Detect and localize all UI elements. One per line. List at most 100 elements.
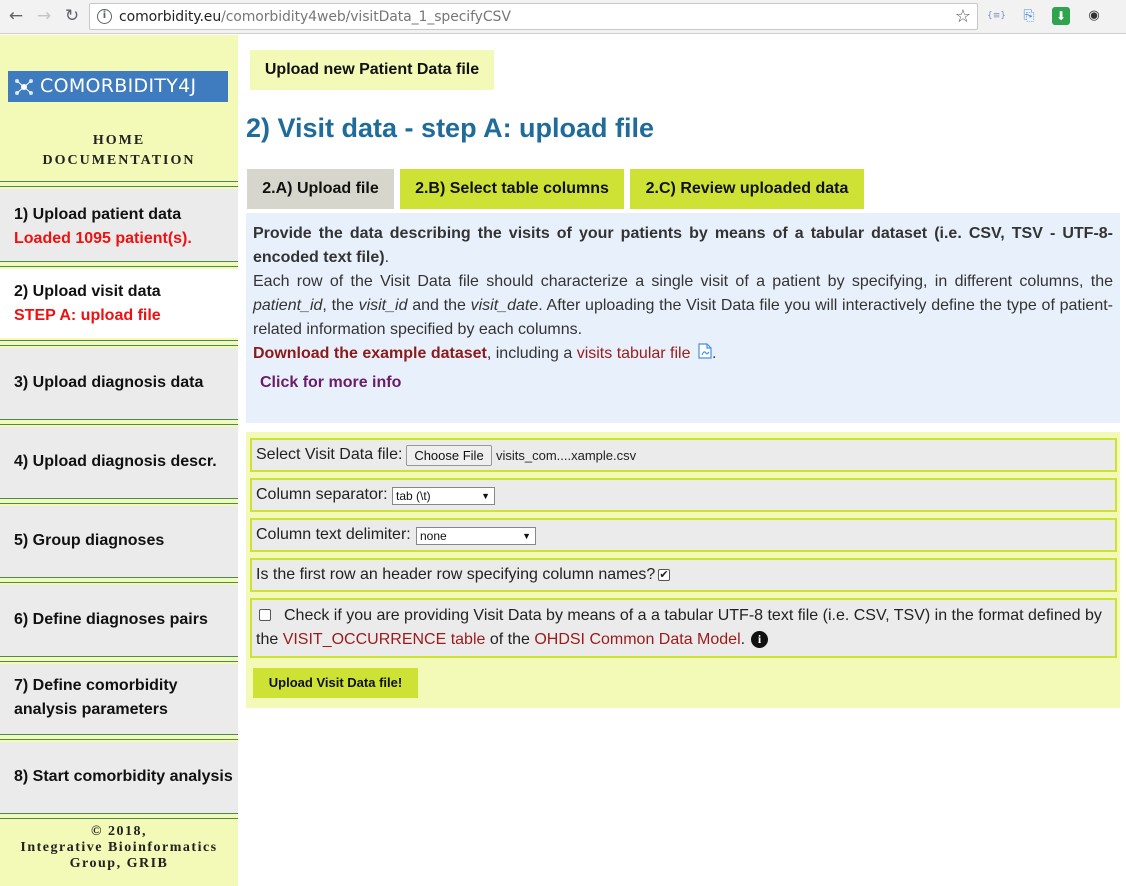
sidebar-item-label: 7) Define comorbidity — [14, 677, 178, 694]
ohdsi-cdm-link[interactable]: OHDSI Common Data Model — [534, 631, 740, 648]
header-row-checkbox[interactable]: ✔ — [658, 569, 670, 581]
bulb-ext-icon[interactable]: ◉ — [1085, 7, 1103, 25]
documentation-link[interactable]: DOCUMENTATION — [0, 151, 238, 171]
sidebar-divider — [0, 656, 238, 662]
sidebar-item-status: STEP A: upload file — [14, 307, 161, 324]
sidebar-divider — [0, 419, 238, 425]
omop-option-row: Check if you are providing Visit Data by… — [250, 598, 1117, 658]
tab-select-columns[interactable]: 2.B) Select table columns — [400, 169, 624, 209]
sidebar-item-label: 2) Upload visit data — [14, 283, 161, 300]
sidebar-divider — [0, 813, 238, 819]
info-text: , including a — [486, 345, 577, 362]
sidebar-item-label: 6) Define diagnoses pairs — [14, 611, 208, 628]
file-doc-icon[interactable] — [698, 343, 712, 359]
info-paragraph: Download the example dataset, including … — [253, 342, 1113, 366]
sidebar-divider — [0, 498, 238, 504]
sidebar-divider — [0, 577, 238, 583]
sidebar-divider — [0, 261, 238, 267]
sidebar-item-status: Loaded 1095 patient(s). — [14, 230, 192, 247]
file-select-label: Select Visit Data file: — [256, 446, 403, 463]
sidebar-item-label: 8) Start comorbidity analysis — [14, 768, 233, 785]
info-icon[interactable]: i — [751, 631, 769, 648]
copyright-line: © 2018, — [91, 824, 147, 839]
json-ext-icon[interactable]: {≡} — [987, 7, 1006, 25]
sidebar-item-label: 3) Upload diagnosis data — [14, 374, 204, 391]
sidebar-item-define-pairs[interactable]: 6) Define diagnoses pairs — [0, 585, 238, 656]
sidebar-divider — [0, 734, 238, 740]
sidebar-item-upload-patient[interactable]: 1) Upload patient data Loaded 1095 patie… — [0, 189, 238, 261]
doc-ext-icon[interactable]: ⎘ — [1020, 7, 1038, 25]
sidebar-item-label: 1) Upload patient data — [14, 206, 182, 223]
forward-icon[interactable]: → — [34, 6, 54, 26]
file-select-row: Select Visit Data file: Choose File visi… — [250, 438, 1117, 472]
sidebar-item-define-parameters[interactable]: 7) Define comorbidity analysis parameter… — [0, 664, 238, 734]
bookmark-star-icon[interactable]: ☆ — [955, 6, 971, 27]
info-visit-date: visit_date — [470, 297, 539, 314]
back-icon[interactable]: ← — [6, 6, 26, 26]
reload-icon[interactable]: ↻ — [62, 6, 82, 26]
info-visit-id: visit_id — [358, 297, 408, 314]
info-text: and the — [407, 297, 471, 314]
browser-toolbar: ← → ↻ i comorbidity.eu/comorbidity4web/v… — [0, 0, 1126, 34]
tab-upload-file[interactable]: 2.A) Upload file — [247, 169, 394, 209]
info-patient-id: patient_id — [253, 297, 323, 314]
delimiter-label: Column text delimiter: — [256, 526, 411, 543]
upload-visit-data-button[interactable]: Upload Visit Data file! — [253, 668, 418, 698]
omop-text: . — [740, 631, 746, 648]
delimiter-row: Column text delimiter: none ▼ — [250, 518, 1117, 552]
omop-checkbox[interactable] — [259, 609, 271, 621]
home-link[interactable]: HOME — [0, 131, 238, 151]
sidebar-footer: © 2018, Integrative Bioinformatics Group… — [0, 824, 238, 872]
url-text: comorbidity.eu/comorbidity4web/visitData… — [119, 9, 511, 25]
sidebar-divider — [0, 340, 238, 346]
separator-select[interactable]: tab (\t) ▼ — [392, 487, 495, 505]
visits-file-link[interactable]: visits tabular file — [577, 345, 691, 362]
sidebar-item-label: 4) Upload diagnosis descr. — [14, 453, 217, 470]
info-text: , the — [322, 297, 359, 314]
more-info-link[interactable]: Click for more info — [260, 374, 401, 392]
sidebar-links: HOME DOCUMENTATION — [0, 131, 238, 171]
sidebar-item-upload-visit[interactable]: 2) Upload visit data STEP A: upload file — [0, 269, 238, 338]
separator-row: Column separator: tab (\t) ▼ — [250, 478, 1117, 512]
delimiter-select[interactable]: none ▼ — [416, 527, 536, 545]
omop-text-line2: the VISIT_OCCURRENCE table of the OHDSI … — [256, 628, 769, 652]
upload-new-patient-button[interactable]: Upload new Patient Data file — [250, 50, 494, 90]
sidebar-divider — [0, 181, 238, 187]
sidebar-item-label-line2: analysis parameters — [14, 701, 168, 718]
info-text: Each row of the Visit Data file should c… — [253, 273, 1113, 290]
dropdown-arrow-icon: ▼ — [522, 531, 531, 541]
selected-file-name: visits_com....xample.csv — [496, 448, 637, 463]
header-row-option: Is the first row an header row specifyin… — [250, 558, 1117, 592]
choose-file-button[interactable]: Choose File — [406, 445, 492, 466]
sidebar-item-group-diagnoses[interactable]: 5) Group diagnoses — [0, 506, 238, 577]
footer-org-line: Integrative Bioinformatics — [20, 840, 218, 855]
footer-org-line: Group, GRIB — [69, 856, 169, 871]
info-paragraph: Provide the data describing the visits o… — [253, 222, 1113, 270]
header-row-label: Is the first row an header row specifyin… — [256, 566, 656, 583]
dropdown-arrow-icon: ▼ — [481, 491, 490, 501]
separator-value: tab (\t) — [396, 489, 431, 503]
address-bar[interactable]: i comorbidity.eu/comorbidity4web/visitDa… — [89, 3, 978, 30]
logo[interactable]: COMORBIDITY4J — [8, 71, 228, 102]
tab-review-data[interactable]: 2.C) Review uploaded data — [630, 169, 864, 209]
site-info-icon[interactable]: i — [97, 9, 112, 24]
molecule-icon — [15, 79, 33, 95]
omop-text: the — [256, 631, 283, 648]
separator-label: Column separator: — [256, 486, 388, 503]
sidebar-item-upload-diagnosis[interactable]: 3) Upload diagnosis data — [0, 348, 238, 419]
download-example-link[interactable]: Download the example dataset — [253, 345, 487, 362]
page-title: 2) Visit data - step A: upload file — [246, 113, 655, 143]
download-ext-icon[interactable]: ⬇ — [1052, 7, 1070, 25]
sidebar-item-upload-diagnosis-descr[interactable]: 4) Upload diagnosis descr. — [0, 427, 238, 498]
visit-occurrence-link[interactable]: VISIT_OCCURRENCE table — [283, 631, 486, 648]
omop-text-line1: Check if you are providing Visit Data by… — [284, 607, 1102, 624]
info-period: . — [384, 249, 390, 266]
info-period: . — [711, 345, 717, 362]
sidebar-item-label: 5) Group diagnoses — [14, 532, 165, 549]
info-paragraph: Each row of the Visit Data file should c… — [253, 270, 1113, 342]
omop-text: of the — [485, 631, 535, 648]
sidebar-item-start-analysis[interactable]: 8) Start comorbidity analysis — [0, 742, 238, 813]
logo-text: COMORBIDITY4J — [40, 75, 197, 97]
info-intro-text: Provide the data describing the visits o… — [253, 225, 1113, 266]
delimiter-value: none — [420, 529, 447, 543]
